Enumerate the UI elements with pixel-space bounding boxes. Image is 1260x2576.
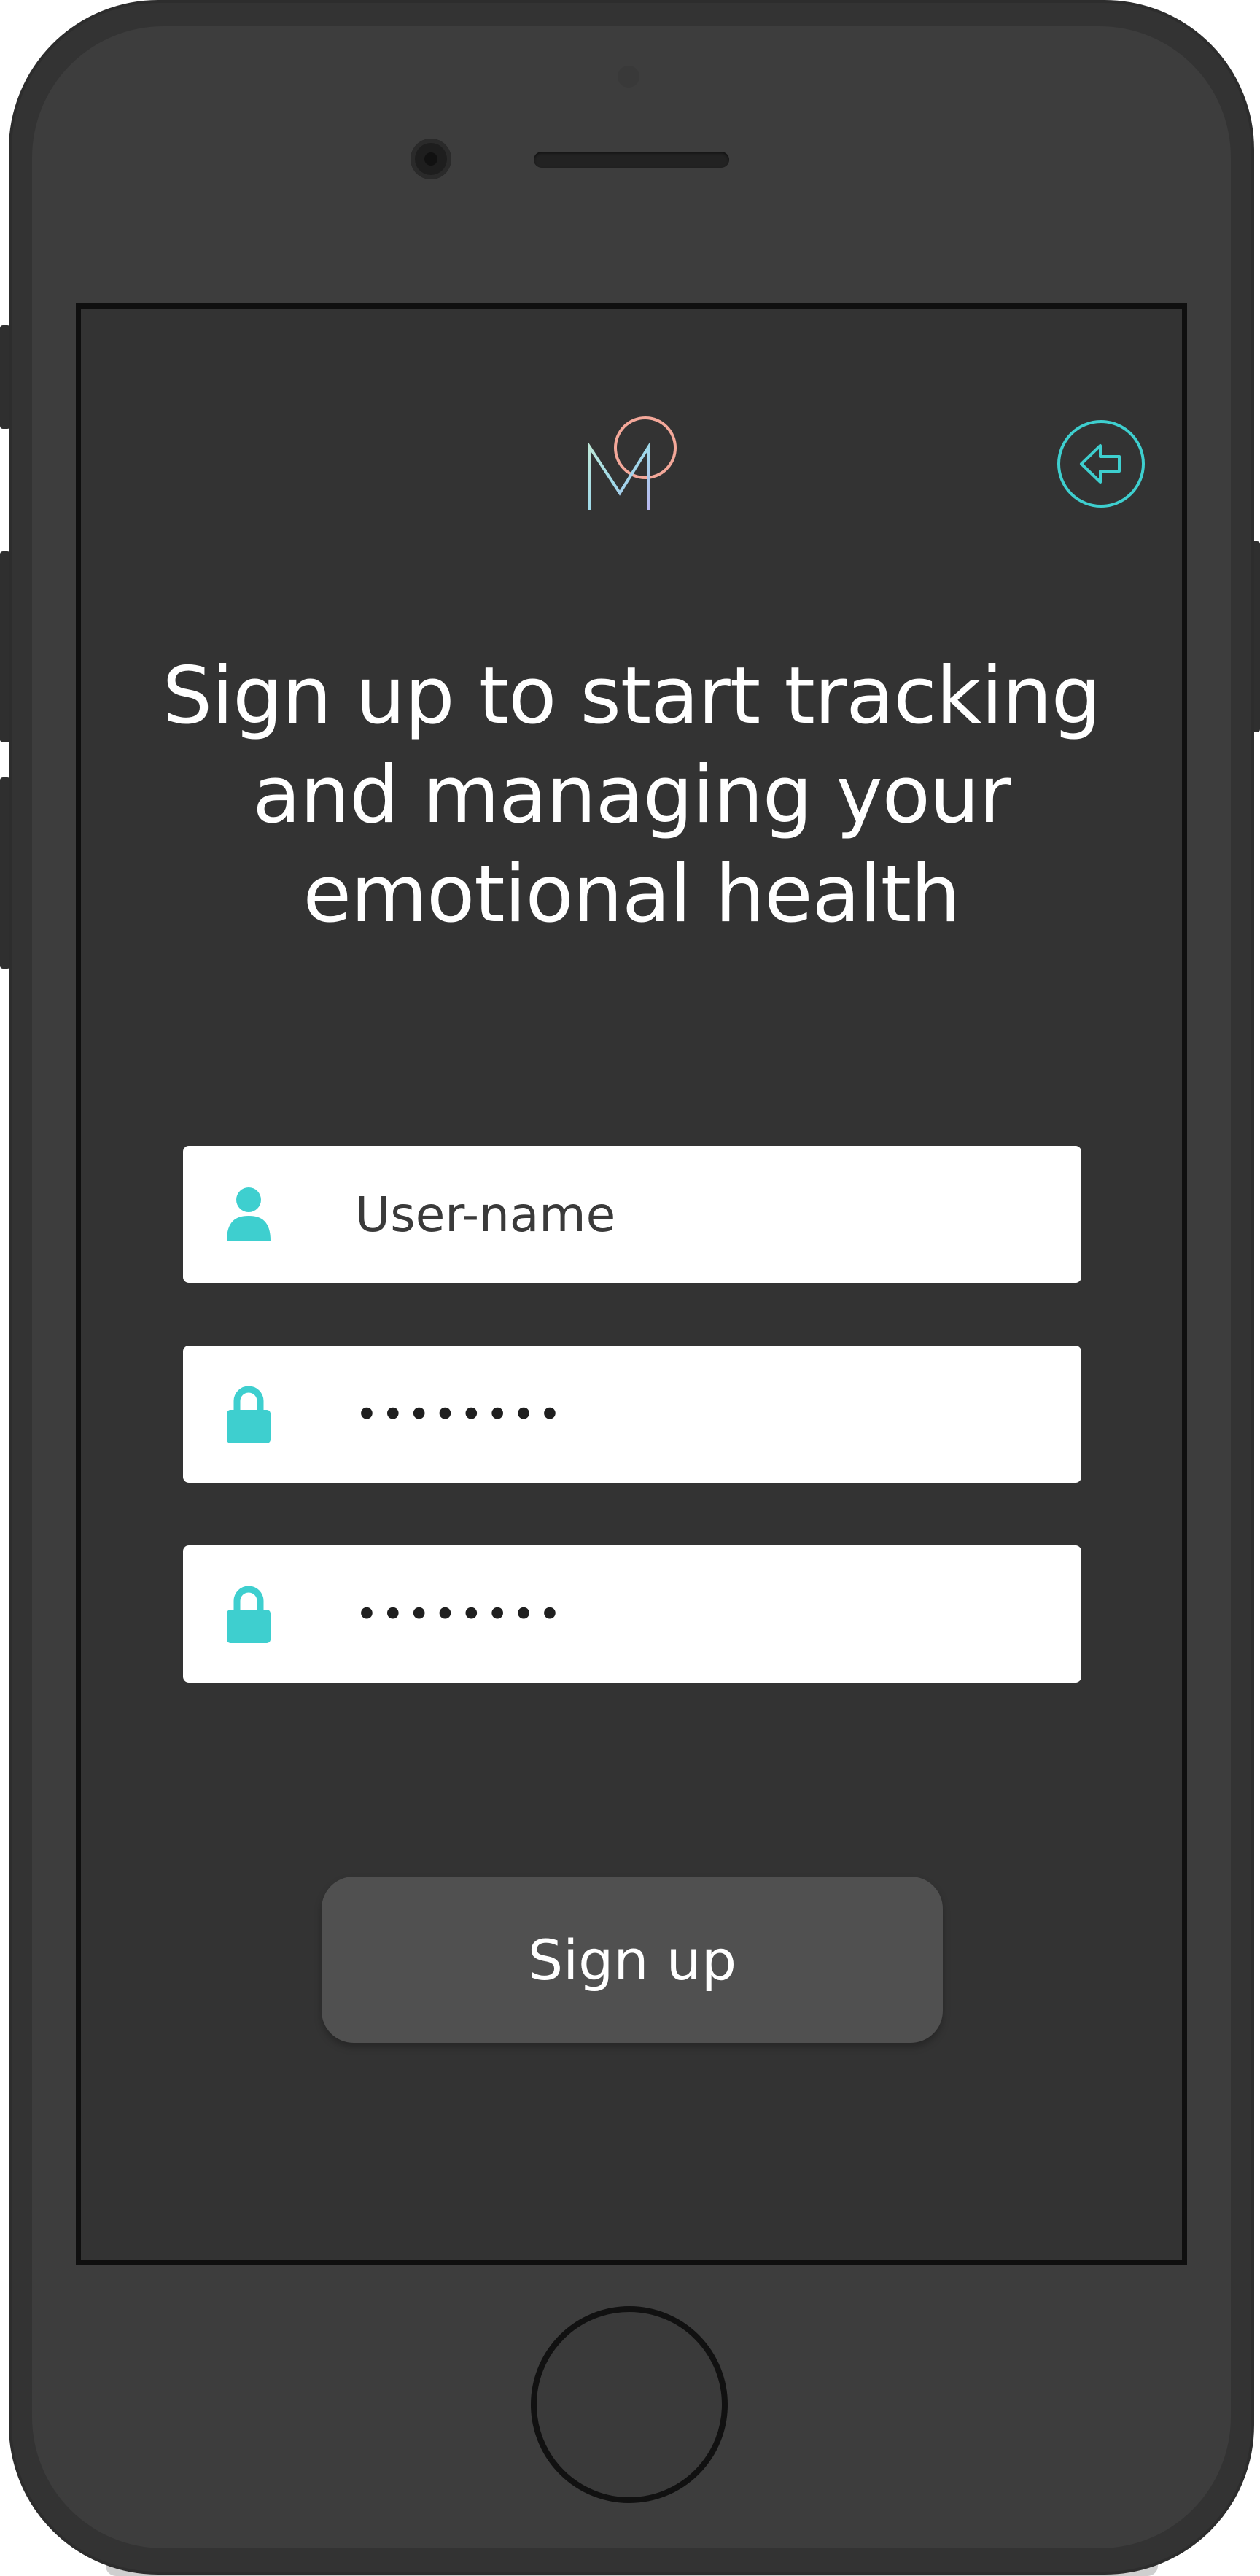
password-input[interactable] — [355, 1346, 1055, 1483]
earpiece-speaker — [534, 152, 729, 168]
arrow-left-circle-icon — [1057, 420, 1145, 508]
front-camera — [411, 139, 451, 179]
lock-icon — [227, 1386, 271, 1443]
back-button[interactable] — [1057, 419, 1146, 508]
sign-up-button[interactable]: Sign up — [322, 1877, 943, 2043]
username-input[interactable] — [355, 1146, 1055, 1283]
app-screen: Sign up to start tracking and managing y… — [76, 303, 1187, 2265]
lock-icon — [227, 1586, 271, 1643]
user-icon — [227, 1187, 271, 1241]
home-button[interactable] — [531, 2306, 728, 2503]
page-title: Sign up to start tracking and managing y… — [162, 651, 1102, 940]
app-logo — [588, 416, 677, 510]
confirm-password-field[interactable] — [183, 1545, 1081, 1683]
password-field[interactable] — [183, 1346, 1081, 1483]
username-field[interactable] — [183, 1146, 1081, 1283]
proximity-sensor — [618, 66, 639, 88]
confirm-password-input[interactable] — [355, 1545, 1055, 1683]
